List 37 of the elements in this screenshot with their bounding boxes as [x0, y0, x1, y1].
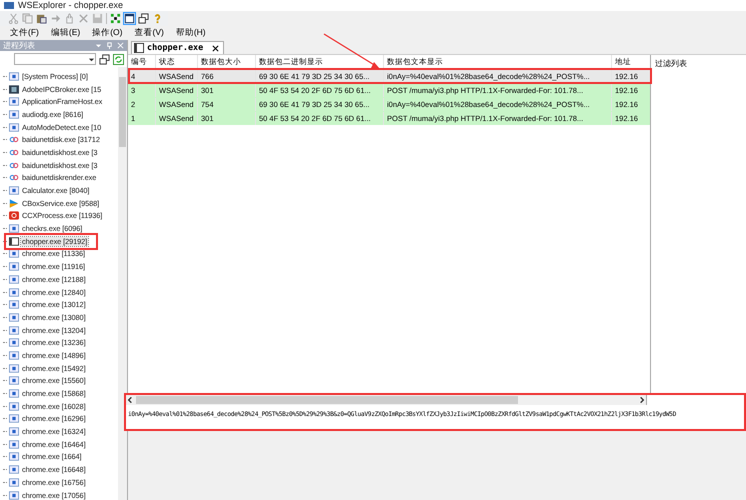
cut-icon[interactable] — [8, 13, 19, 24]
pin-icon[interactable] — [106, 42, 113, 49]
window-icon — [134, 43, 144, 53]
window-icon — [9, 72, 19, 81]
document-tab[interactable]: chopper.exe — [131, 41, 224, 54]
horizontal-scrollbar[interactable] — [126, 395, 647, 405]
windows-stack-icon[interactable] — [99, 54, 110, 64]
menu-item[interactable]: 查看(V) — [134, 27, 164, 39]
cloud-icon — [9, 173, 19, 182]
scroll-left-icon[interactable] — [126, 396, 134, 404]
window-title: WSExplorer - chopper.exe — [18, 0, 124, 11]
save-icon[interactable] — [92, 13, 103, 24]
cloud-icon — [9, 135, 19, 144]
close-icon[interactable] — [212, 44, 220, 52]
windows-stack-icon[interactable] — [138, 13, 149, 24]
app-icon — [4, 2, 14, 9]
menu-item[interactable]: 文件(F) — [10, 27, 39, 39]
grid-dots-icon[interactable] — [110, 13, 121, 24]
cloud-icon — [9, 148, 19, 157]
scroll-right-icon[interactable] — [638, 396, 646, 404]
window-icon[interactable] — [124, 13, 135, 24]
play-icon — [9, 198, 19, 208]
scrollbar[interactable] — [118, 67, 127, 500]
menu-item[interactable]: 编辑(E) — [50, 27, 80, 39]
filter-title: 过滤列表 — [655, 59, 687, 68]
panel-title: 进程列表 — [3, 40, 35, 51]
refresh-icon[interactable] — [113, 54, 124, 64]
window-icon — [9, 186, 19, 196]
hand-icon[interactable] — [64, 13, 75, 24]
menu-item[interactable]: 帮助(H) — [176, 27, 206, 39]
cloud-icon — [9, 160, 19, 170]
menu-item[interactable]: 操作(O) — [92, 27, 122, 39]
paste-icon[interactable] — [36, 13, 47, 24]
app-icon — [9, 84, 19, 94]
window-icon — [9, 224, 19, 234]
window-icon — [9, 236, 19, 246]
app-icon — [9, 211, 19, 220]
